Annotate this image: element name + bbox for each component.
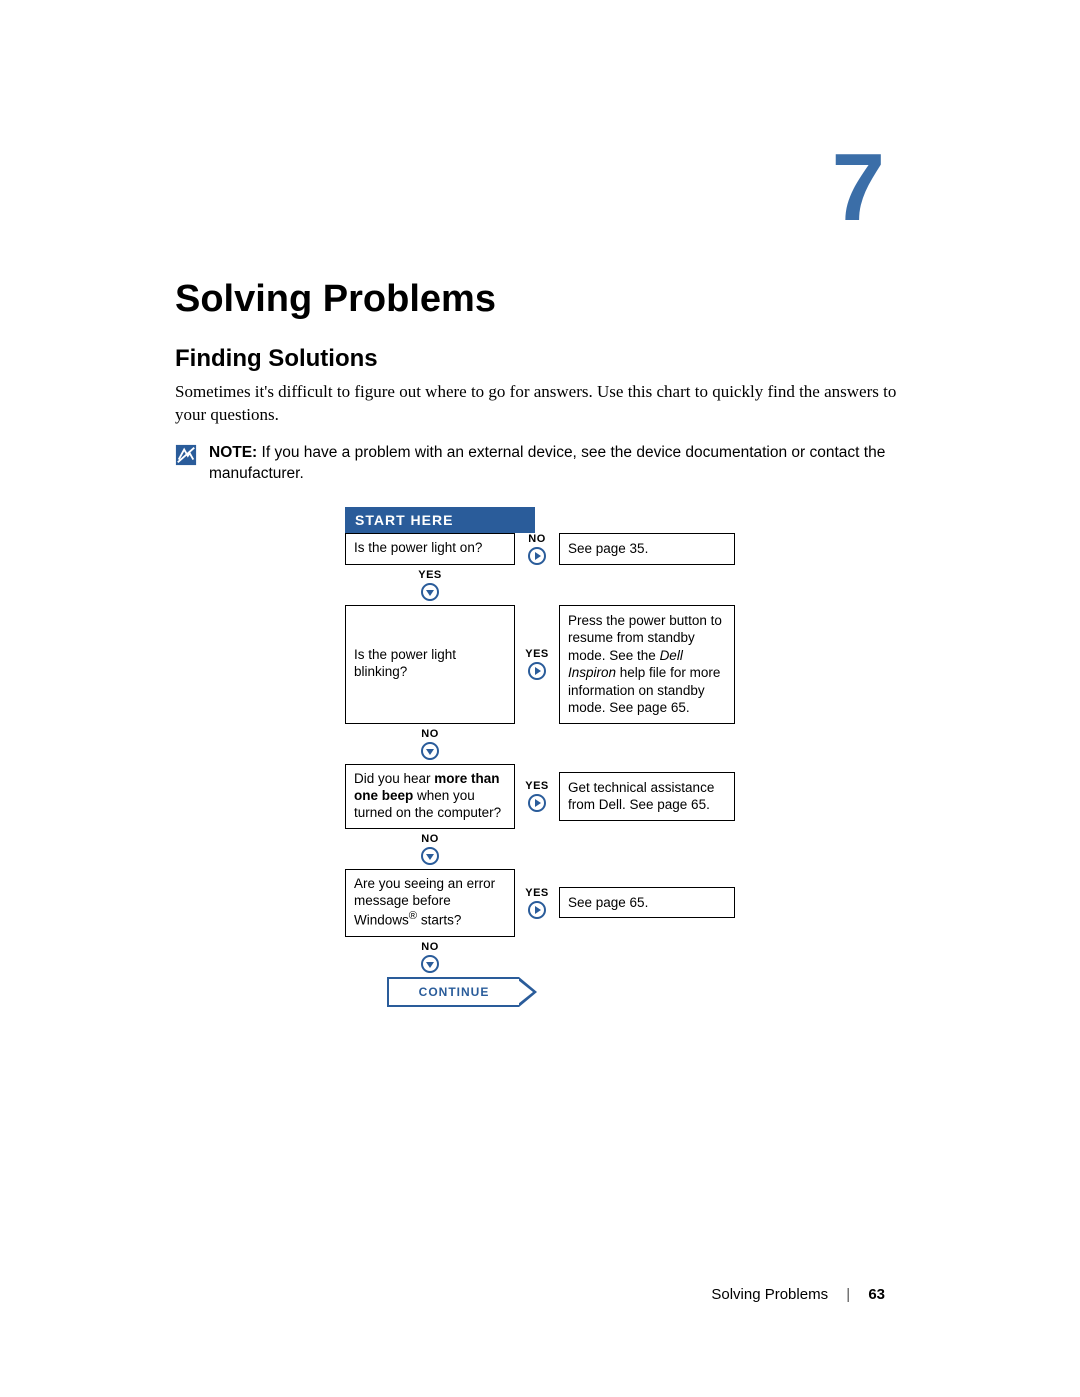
connector-label: YES bbox=[525, 887, 549, 899]
connector-down: NO bbox=[345, 829, 515, 869]
question-text: Is the power light on? bbox=[354, 540, 482, 557]
connector-label: NO bbox=[528, 533, 546, 545]
connector-down: NO bbox=[345, 937, 515, 977]
footer-section: Solving Problems bbox=[711, 1286, 828, 1303]
connector-label: NO bbox=[421, 941, 439, 953]
arrow-right-icon bbox=[528, 662, 546, 680]
connector-down: YES bbox=[345, 565, 515, 605]
connector-right: YES bbox=[515, 764, 559, 829]
footer-page-number: 63 bbox=[868, 1286, 885, 1303]
question-box: Are you seeing an error message before W… bbox=[345, 869, 515, 937]
connector-right: YES bbox=[515, 605, 559, 724]
connector-label: YES bbox=[525, 780, 549, 792]
note-label: NOTE: bbox=[209, 444, 257, 461]
arrow-right-icon bbox=[528, 547, 546, 565]
chapter-title: Solving Problems bbox=[175, 278, 905, 321]
continue-label: CONTINUE bbox=[419, 985, 490, 999]
footer-separator: | bbox=[846, 1286, 850, 1303]
continue-arrow: CONTINUE bbox=[387, 977, 519, 1007]
answer-text: See page 65. bbox=[568, 895, 648, 910]
registered-symbol: ® bbox=[409, 910, 417, 922]
connector-down: NO bbox=[345, 724, 515, 764]
note-block: NOTE: If you have a problem with an exte… bbox=[175, 443, 905, 485]
answer-text-pre: Press the power button to resume from st… bbox=[568, 613, 722, 663]
question-text-pre: Did you hear bbox=[354, 771, 434, 786]
answer-box: Press the power button to resume from st… bbox=[559, 605, 735, 724]
note-body: If you have a problem with an external d… bbox=[209, 444, 885, 482]
arrow-right-icon bbox=[528, 794, 546, 812]
intro-paragraph: Sometimes it's difficult to figure out w… bbox=[175, 381, 905, 427]
page-footer: Solving Problems | 63 bbox=[711, 1286, 885, 1303]
flow-row: Did you hear more than one beep when you… bbox=[345, 764, 735, 829]
connector-right: NO bbox=[515, 533, 559, 565]
question-box: Is the power light blinking? bbox=[345, 605, 515, 724]
arrow-right-icon bbox=[528, 901, 546, 919]
answer-box: See page 35. bbox=[559, 533, 735, 565]
arrow-down-icon bbox=[421, 847, 439, 865]
arrow-down-icon bbox=[421, 955, 439, 973]
connector-label: NO bbox=[421, 728, 439, 740]
connector-right: YES bbox=[515, 869, 559, 937]
question-box: Is the power light on? bbox=[345, 533, 515, 565]
page: 7 Solving Problems Finding Solutions Som… bbox=[0, 0, 1080, 1397]
connector-label: YES bbox=[418, 569, 442, 581]
answer-box: See page 65. bbox=[559, 887, 735, 919]
answer-text: Get technical assistance from Dell. See … bbox=[568, 780, 714, 813]
flow-row: Are you seeing an error message before W… bbox=[345, 869, 735, 937]
flowchart: START HERE Is the power light on? NO See… bbox=[345, 507, 735, 1007]
section-heading: Finding Solutions bbox=[175, 345, 905, 373]
connector-label: NO bbox=[421, 833, 439, 845]
arrow-down-icon bbox=[421, 583, 439, 601]
flow-row: Is the power light on? NO See page 35. bbox=[345, 533, 735, 565]
chapter-number: 7 bbox=[832, 140, 885, 236]
note-text: NOTE: If you have a problem with an exte… bbox=[209, 443, 905, 485]
question-text: Is the power light blinking? bbox=[354, 647, 506, 681]
start-here-banner: START HERE bbox=[345, 507, 535, 533]
arrow-down-icon bbox=[421, 742, 439, 760]
connector-label: YES bbox=[525, 648, 549, 660]
question-box: Did you hear more than one beep when you… bbox=[345, 764, 515, 829]
answer-box: Get technical assistance from Dell. See … bbox=[559, 772, 735, 821]
answer-text: See page 35. bbox=[568, 541, 648, 556]
note-icon bbox=[175, 444, 197, 466]
flow-row: Is the power light blinking? YES Press t… bbox=[345, 605, 735, 724]
question-text-post: starts? bbox=[417, 913, 461, 928]
